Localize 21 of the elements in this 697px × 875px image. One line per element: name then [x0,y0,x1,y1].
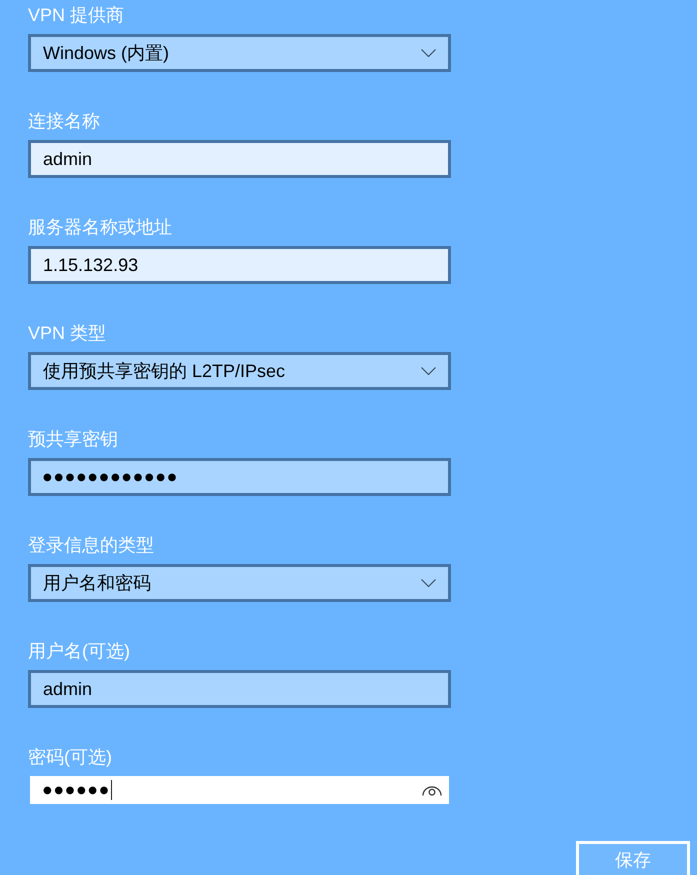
field-label: 密码(可选) [28,746,112,769]
password-field[interactable]: ●●●●●●●●●●●● [28,458,451,496]
field-label: VPN 类型 [28,322,106,345]
field-label: 服务器名称或地址 [28,216,172,239]
field-label: 预共享密钥 [28,428,118,451]
dropdown[interactable]: 使用预共享密钥的 L2TP/IPsec [28,352,451,390]
field-label: VPN 提供商 [28,4,124,27]
chevron-down-icon [421,579,436,587]
field-label: 连接名称 [28,110,100,133]
dropdown[interactable]: 用户名和密码 [28,564,451,602]
dropdown[interactable]: Windows (内置) [28,34,451,72]
chevron-down-icon [421,49,436,57]
password-field[interactable]: ●●●●●● [30,776,449,804]
field-label: 用户名(可选) [28,640,130,663]
text-field[interactable]: admin [28,140,451,178]
chevron-down-icon [421,367,436,375]
text-field[interactable]: 1.15.132.93 [28,246,451,284]
text-field[interactable]: admin [28,670,451,708]
field-label: 登录信息的类型 [28,534,154,557]
eye-icon[interactable] [422,784,442,796]
text-caret-icon [110,780,112,800]
